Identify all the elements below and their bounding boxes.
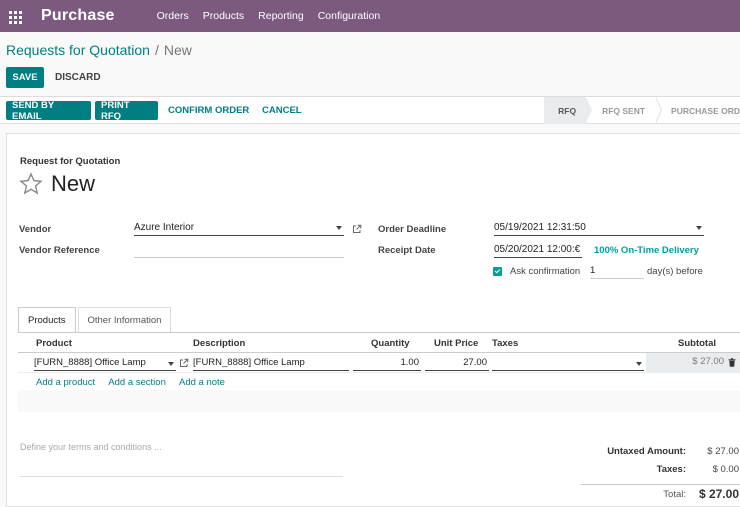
breadcrumb-separator: / <box>154 42 159 58</box>
external-link-icon[interactable] <box>179 358 189 368</box>
add-line-links: Add a product Add a section Add a note <box>36 377 236 388</box>
cancel-button[interactable]: CANCEL <box>256 101 308 120</box>
status-bar: SEND BY EMAIL PRINT RFQ CONFIRM ORDER CA… <box>0 97 740 124</box>
confirm-order-button[interactable]: CONFIRM ORDER <box>162 101 255 120</box>
breadcrumb-parent[interactable]: Requests for Quotation <box>6 42 150 58</box>
discard-button[interactable]: DISCARD <box>55 72 101 83</box>
total-label: Total: <box>663 489 686 500</box>
taxes-row: Taxes: $ 0.00 <box>581 464 740 482</box>
chevron-down-icon[interactable] <box>696 226 702 230</box>
product-field[interactable]: [FURN_8888] Office Lamp <box>34 354 176 371</box>
step-rfq-sent[interactable]: RFQ SENT <box>586 97 663 124</box>
divider <box>18 332 740 333</box>
product-value: [FURN_8888] Office Lamp <box>34 357 146 368</box>
star-icon[interactable] <box>19 172 43 196</box>
quantity-field[interactable]: 1.00 <box>353 354 421 371</box>
form-title: Request for Quotation <box>20 156 121 167</box>
total-row: Total: $ 27.00 <box>581 487 740 507</box>
column-unit-price[interactable]: Unit Price <box>434 338 478 349</box>
notebook-tabs: Products Other Information <box>18 307 173 332</box>
chevron-down-icon[interactable] <box>168 362 174 366</box>
days-before-label: day(s) before <box>647 266 703 277</box>
untaxed-amount-value: $ 27.00 <box>707 446 739 457</box>
vendor-field[interactable]: Azure Interior <box>134 222 344 236</box>
unit-price-field[interactable]: 27.00 <box>425 354 489 371</box>
step-rfq: RFQ <box>544 97 593 124</box>
send-by-email-button[interactable]: SEND BY EMAIL <box>6 100 91 122</box>
menu-orders[interactable]: Orders <box>157 10 189 22</box>
column-quantity[interactable]: Quantity <box>371 338 410 349</box>
add-product-link[interactable]: Add a product <box>36 377 95 388</box>
on-time-delivery-link[interactable]: 100% On-Time Delivery <box>594 245 699 256</box>
divider <box>581 484 740 485</box>
form-sheet: Request for Quotation New Vendor Azure I… <box>6 133 740 507</box>
add-section-link[interactable]: Add a section <box>108 377 166 388</box>
column-subtotal[interactable]: Subtotal <box>678 338 716 349</box>
taxes-label: Taxes: <box>656 464 686 475</box>
tab-other-information[interactable]: Other Information <box>77 307 172 332</box>
external-link-icon[interactable] <box>352 224 362 234</box>
apps-menu-icon[interactable] <box>6 6 26 26</box>
description-field[interactable]: [FURN_8888] Office Lamp <box>193 354 349 371</box>
ask-days-field[interactable]: 1 <box>590 265 644 279</box>
step-purchase-order[interactable]: PURCHASE ORD <box>655 97 740 124</box>
add-note-link[interactable]: Add a note <box>179 377 225 388</box>
receipt-date-label: Receipt Date <box>378 245 436 256</box>
column-taxes[interactable]: Taxes <box>492 338 518 349</box>
order-deadline-label: Order Deadline <box>378 224 447 235</box>
total-value: $ 27.00 <box>698 487 739 501</box>
vendor-label: Vendor <box>19 224 52 235</box>
top-navbar: Purchase Orders Products Reporting Confi… <box>0 0 740 32</box>
column-product[interactable]: Product <box>36 338 72 349</box>
breadcrumb: Requests for Quotation / New <box>6 42 192 58</box>
chevron-down-icon[interactable] <box>636 362 642 366</box>
terms-conditions-field[interactable]: Define your terms and conditions ... <box>20 442 343 477</box>
app-name[interactable]: Purchase <box>41 7 115 25</box>
menu-reporting[interactable]: Reporting <box>258 10 304 22</box>
untaxed-amount-label: Untaxed Amount: <box>607 446 686 457</box>
menu-configuration[interactable]: Configuration <box>318 10 380 22</box>
ask-confirmation-checkbox[interactable] <box>493 267 502 276</box>
column-description[interactable]: Description <box>193 338 245 349</box>
vendor-reference-field[interactable] <box>134 244 344 258</box>
menu-products[interactable]: Products <box>203 10 244 22</box>
subtotal-cell: $ 27.00 <box>646 353 740 373</box>
order-deadline-value: 05/19/2021 12:31:50 <box>494 222 586 233</box>
order-lines-header: Product Description Quantity Unit Price … <box>18 335 740 353</box>
status-steps: RFQ RFQ SENT PURCHASE ORD <box>544 97 740 124</box>
receipt-date-field[interactable]: 05/20/2021 12:00:€ <box>494 244 582 258</box>
main-menu: Orders Products Reporting Configuration <box>157 10 395 22</box>
tab-products[interactable]: Products <box>18 307 76 332</box>
ask-confirmation-label: Ask confirmation <box>510 266 581 277</box>
taxes-field[interactable] <box>492 354 644 371</box>
save-button[interactable]: SAVE <box>6 67 44 88</box>
untaxed-amount-row: Untaxed Amount: $ 27.00 <box>581 446 740 464</box>
document-name: New <box>51 171 96 196</box>
print-rfq-button[interactable]: PRINT RFQ <box>95 100 158 122</box>
vendor-reference-label: Vendor Reference <box>19 245 100 256</box>
chevron-down-icon[interactable] <box>336 226 342 230</box>
totals-panel: Untaxed Amount: $ 27.00 Taxes: $ 0.00 To… <box>581 446 740 507</box>
taxes-value: $ 0.00 <box>712 464 739 475</box>
empty-row-area <box>18 390 740 412</box>
breadcrumb-current: New <box>163 42 192 58</box>
trash-icon[interactable] <box>728 358 736 367</box>
vendor-value: Azure Interior <box>134 222 195 233</box>
table-row[interactable]: [FURN_8888] Office Lamp [FURN_8888] Offi… <box>18 353 740 373</box>
order-deadline-field[interactable]: 05/19/2021 12:31:50 <box>494 222 704 236</box>
subtotal-value: $ 27.00 <box>692 356 724 367</box>
